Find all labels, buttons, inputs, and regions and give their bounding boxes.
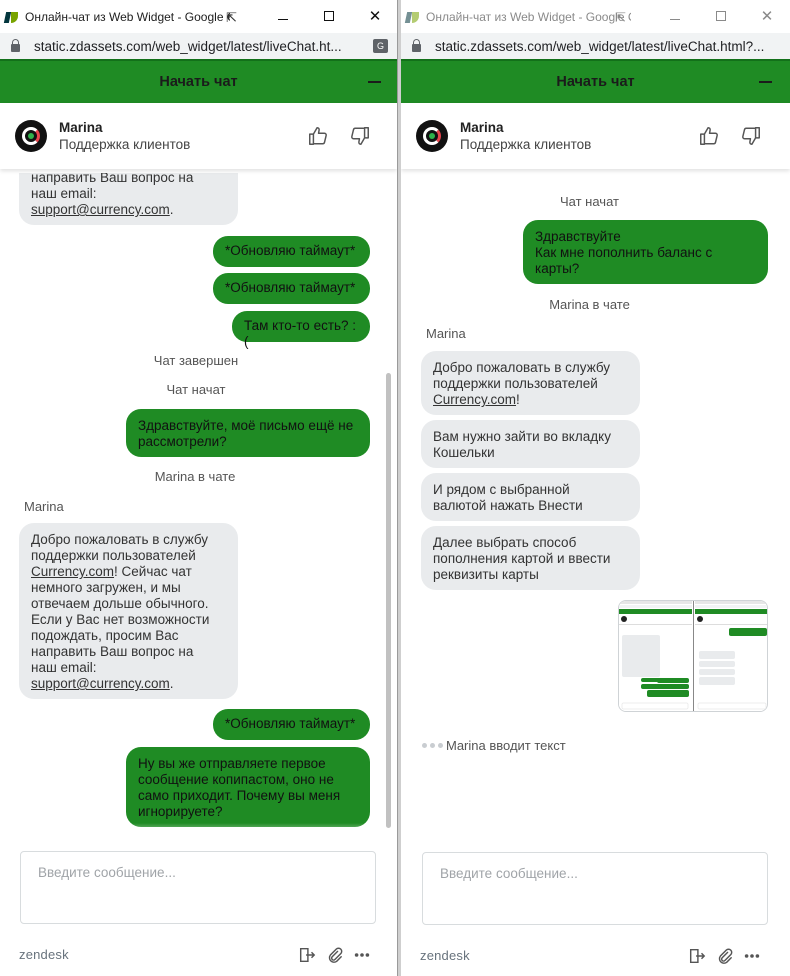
lock-icon xyxy=(412,39,421,52)
thumbs-up-icon[interactable] xyxy=(698,125,720,147)
agent-bar: Marina Поддержка клиентов xyxy=(0,103,397,169)
widget-footer: zendesk xyxy=(0,940,397,968)
agent-role: Поддержка клиентов xyxy=(460,137,592,152)
zendesk-icon xyxy=(404,8,422,26)
agent-name: Marina xyxy=(59,120,103,135)
sender-name: Marina xyxy=(24,499,64,514)
user-message: *Обновляю таймаут* xyxy=(213,236,370,267)
scrollbar[interactable] xyxy=(386,373,391,828)
chat-header-title: Начать чат xyxy=(556,74,635,90)
title-bar[interactable]: Онлайн-чат из Web Widget - Google Chro..… xyxy=(0,0,397,33)
chat-header-title: Начать чат xyxy=(159,74,238,90)
avatar xyxy=(15,120,47,152)
title-bar[interactable]: Онлайн-чат из Web Widget - Google Ch... … xyxy=(401,0,790,33)
user-message: Ну вы же отправляете первое сообщение ко… xyxy=(126,747,370,827)
agent-name: Marina xyxy=(460,120,504,135)
maximize-window-button[interactable] xyxy=(710,6,732,26)
minimize-window-button[interactable] xyxy=(664,6,686,26)
email-link[interactable]: support@currency.com xyxy=(31,202,170,217)
more-options-icon[interactable] xyxy=(353,946,371,964)
chat-log[interactable]: Чат начат Здравствуйте Как мне пополнить… xyxy=(401,173,790,841)
right-browser-window: Онлайн-чат из Web Widget - Google Ch... … xyxy=(401,0,790,976)
chat-ended-notice: Чат завершен xyxy=(153,353,239,368)
address-bar[interactable]: static.zdassets.com/web_widget/latest/li… xyxy=(0,33,397,59)
user-message: Здравствуйте, моё письмо ещё не рассмотр… xyxy=(126,409,370,457)
agent-message: направить Ваш вопрос на наш email: suppo… xyxy=(19,173,238,225)
user-message: Здравствуйте Как мне пополнить баланс с … xyxy=(523,220,768,284)
thumbs-down-icon[interactable] xyxy=(349,125,371,147)
url-text[interactable]: static.zdassets.com/web_widget/latest/li… xyxy=(34,39,364,54)
typing-indicator-dots xyxy=(422,743,443,748)
chat-header: Начать чат xyxy=(401,59,790,103)
chat-started-notice: Чат начат xyxy=(166,382,226,397)
thumbs-up-icon[interactable] xyxy=(307,125,329,147)
agent-joined-notice: Marina в чате xyxy=(549,297,630,312)
user-message: *Обновляю таймаут* xyxy=(213,273,370,304)
agent-message: Вам нужно зайти во вкладку Кошельки xyxy=(421,420,640,468)
window-title: Онлайн-чат из Web Widget - Google Ch... xyxy=(426,9,631,24)
left-browser-window: Онлайн-чат из Web Widget - Google Chro..… xyxy=(0,0,398,976)
zendesk-logo: zendesk xyxy=(420,947,470,963)
user-message: *Обновляю таймаут* xyxy=(213,709,370,740)
agent-message: Далее выбрать способ пополнения картой и… xyxy=(421,526,640,590)
cast-icon[interactable]: ⇱ xyxy=(615,10,626,26)
end-chat-icon[interactable] xyxy=(688,947,706,965)
widget-footer: zendesk xyxy=(401,941,790,969)
chat-started-notice: Чат начат xyxy=(560,194,619,209)
lock-icon xyxy=(11,39,20,52)
translate-icon[interactable]: G xyxy=(373,39,388,53)
message-input[interactable]: Введите сообщение... xyxy=(422,852,768,925)
screenshot-attachment[interactable] xyxy=(618,600,768,712)
address-bar[interactable]: static.zdassets.com/web_widget/latest/li… xyxy=(401,33,790,59)
attachment-icon[interactable] xyxy=(325,946,343,964)
message-input[interactable]: Введите сообщение... xyxy=(20,851,376,924)
window-title: Онлайн-чат из Web Widget - Google Chro..… xyxy=(25,9,230,24)
screenshot-thumbnail-image xyxy=(619,601,767,711)
chat-header: Начать чат xyxy=(0,59,397,103)
typing-indicator: Marina вводит текст xyxy=(446,738,566,753)
minimize-widget-button[interactable] xyxy=(759,81,772,83)
agent-message: И рядом с выбранной валютой нажать Внест… xyxy=(421,473,640,521)
minimize-widget-button[interactable] xyxy=(368,81,381,83)
end-chat-icon[interactable] xyxy=(298,946,316,964)
close-window-button[interactable]: ✕ xyxy=(364,6,386,26)
sender-name: Marina xyxy=(426,326,466,341)
zendesk-logo: zendesk xyxy=(19,946,69,962)
currency-link[interactable]: Currency.com xyxy=(433,392,516,407)
minimize-window-button[interactable] xyxy=(272,6,294,26)
agent-joined-notice: Marina в чате xyxy=(154,469,236,484)
user-message: Там кто-то есть? :( xyxy=(232,311,370,349)
cast-icon[interactable]: ⇱ xyxy=(226,10,237,26)
currency-link[interactable]: Currency.com xyxy=(31,564,114,579)
thumbs-down-icon[interactable] xyxy=(740,125,762,147)
close-window-button[interactable]: ✕ xyxy=(756,6,778,26)
zendesk-icon xyxy=(3,8,21,26)
email-link[interactable]: support@currency.com xyxy=(31,676,170,691)
url-text[interactable]: static.zdassets.com/web_widget/latest/li… xyxy=(435,39,780,54)
avatar xyxy=(416,120,448,152)
chat-log[interactable]: направить Ваш вопрос на наш email: suppo… xyxy=(0,173,396,841)
agent-bar: Marina Поддержка клиентов xyxy=(401,103,790,169)
maximize-window-button[interactable] xyxy=(318,6,340,26)
agent-message: Добро пожаловать в службу поддержки поль… xyxy=(19,523,238,699)
attachment-icon[interactable] xyxy=(715,947,733,965)
more-options-icon[interactable] xyxy=(743,947,761,965)
agent-role: Поддержка клиентов xyxy=(59,137,191,152)
agent-message: Добро пожаловать в службу поддержки поль… xyxy=(421,351,640,415)
